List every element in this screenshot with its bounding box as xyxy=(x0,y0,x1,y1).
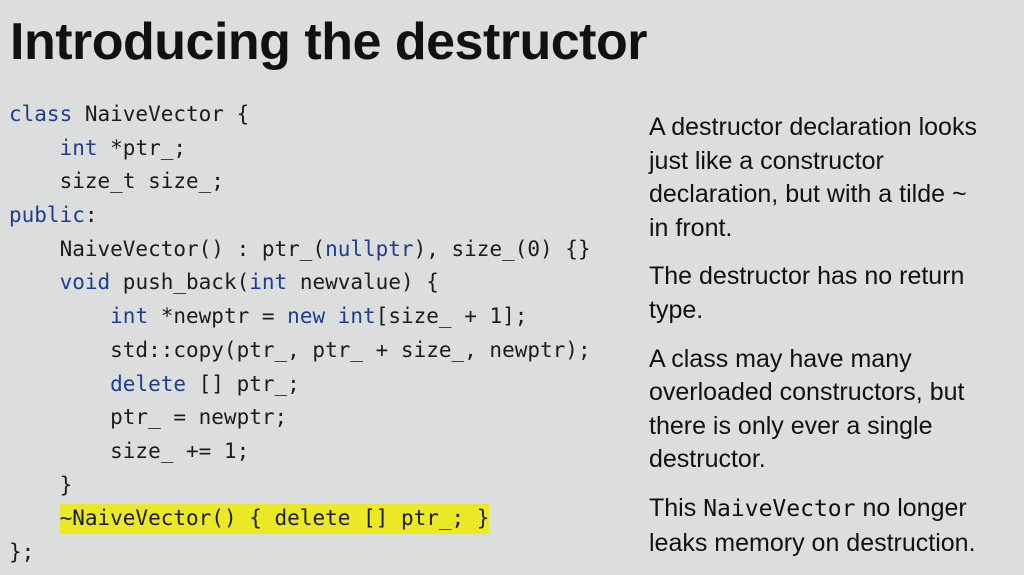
text-run: in front. xyxy=(649,213,733,242)
code-token: newvalue) { xyxy=(287,270,439,295)
text-run: This xyxy=(649,493,704,522)
code-line: class NaiveVector { xyxy=(9,98,591,132)
code-token: [size_ + 1]; xyxy=(375,304,528,329)
paragraph: The destructor has no return type. xyxy=(649,260,1021,327)
code-token: ptr_ = newptr; xyxy=(9,405,288,430)
text-line: type. xyxy=(649,294,1021,328)
paragraph: A destructor declaration looks just like … xyxy=(649,111,1021,245)
code-keyword: public xyxy=(9,203,85,228)
text-line: declaration, but with a tilde ~ xyxy=(649,178,1021,212)
code-line: } xyxy=(9,469,591,503)
code-token: }; xyxy=(9,539,35,564)
code-keyword: delete xyxy=(110,371,187,396)
paragraph: A class may have many overloaded construc… xyxy=(649,343,1021,477)
text-line: just like a constructor xyxy=(649,145,1021,179)
text-line: destructor. xyxy=(649,443,1021,477)
text-run: declaration, but with a tilde ~ xyxy=(649,180,967,209)
text-line: overloaded constructors, but xyxy=(649,376,1021,410)
text-run: there is only ever a single xyxy=(649,411,933,440)
highlighted-destructor: ~NaiveVector() { delete [] ptr_; } xyxy=(59,504,490,535)
code-keyword: void xyxy=(59,270,111,295)
text-run: destructor. xyxy=(649,445,766,474)
code-token: size_ += 1; xyxy=(9,438,250,463)
code-line: int *ptr_; xyxy=(9,132,591,166)
code-token: ), size_(0) {} xyxy=(413,236,591,261)
code-line: ptr_ = newptr; xyxy=(9,401,591,435)
code-token: } xyxy=(9,472,73,497)
code-token: [] ptr_; xyxy=(186,371,300,396)
code-line: size_ += 1; xyxy=(9,435,591,469)
code-line: std::copy(ptr_, ptr_ + size_, newptr); xyxy=(9,334,591,368)
code-token: : xyxy=(84,203,98,228)
code-token: push_back( xyxy=(110,270,250,295)
text-run: The destructor has no return xyxy=(649,262,965,291)
code-line: ~NaiveVector() { delete [] ptr_; } xyxy=(9,502,591,536)
code-keyword: int xyxy=(337,304,376,329)
text-line: This NaiveVector no longer xyxy=(649,492,1021,527)
text-run: A destructor declaration looks xyxy=(649,113,977,141)
text-line: there is only ever a single xyxy=(649,410,1021,444)
text-run: leaks memory on destruction. xyxy=(649,528,976,557)
code-keyword: class xyxy=(9,102,73,126)
text-line: in front. xyxy=(649,212,1021,246)
code-token: *ptr_; xyxy=(97,135,187,160)
text-run: overloaded constructors, but xyxy=(649,378,965,407)
code-line: delete [] ptr_; xyxy=(9,368,591,402)
code-token: size_t size_; xyxy=(9,169,224,194)
text-run: type. xyxy=(649,295,704,324)
text-run: just like a constructor xyxy=(649,146,884,175)
code-token: NaiveVector() : ptr_( xyxy=(9,236,326,261)
slide-title: Introducing the destructor xyxy=(10,13,648,71)
code-keyword: int xyxy=(249,270,288,295)
code-keyword: nullptr xyxy=(325,236,414,261)
text-line: A destructor declaration looks xyxy=(649,111,1021,145)
code-line: int *newptr = new int[size_ + 1]; xyxy=(9,300,591,334)
paragraph: This NaiveVector no longer leaks memory o… xyxy=(649,492,1021,560)
text-run: A class may have many xyxy=(649,344,912,373)
text-run: no longer xyxy=(855,493,967,522)
code-keyword: new xyxy=(287,304,326,329)
code-line: public: xyxy=(9,199,591,233)
code-keyword: int xyxy=(110,304,149,329)
code-token: NaiveVector { xyxy=(72,102,250,126)
code-line: }; xyxy=(9,536,591,570)
text-line: A class may have many xyxy=(649,343,1021,377)
code-token: *newptr = xyxy=(148,304,288,329)
inline-code: NaiveVector xyxy=(703,495,856,522)
code-block: class NaiveVector { int *ptr_; size_t si… xyxy=(9,98,591,570)
code-line: size_t size_; xyxy=(9,165,591,199)
explanation-text: A destructor declaration looks just like … xyxy=(649,111,1021,575)
code-line: void push_back(int newvalue) { xyxy=(9,266,591,300)
text-line: leaks memory on destruction. xyxy=(649,527,1021,561)
text-line: The destructor has no return xyxy=(649,260,1021,294)
code-token: std::copy(ptr_, ptr_ + size_, newptr); xyxy=(9,337,591,362)
code-line: NaiveVector() : ptr_(nullptr), size_(0) … xyxy=(9,233,591,267)
code-keyword: int xyxy=(59,135,98,160)
